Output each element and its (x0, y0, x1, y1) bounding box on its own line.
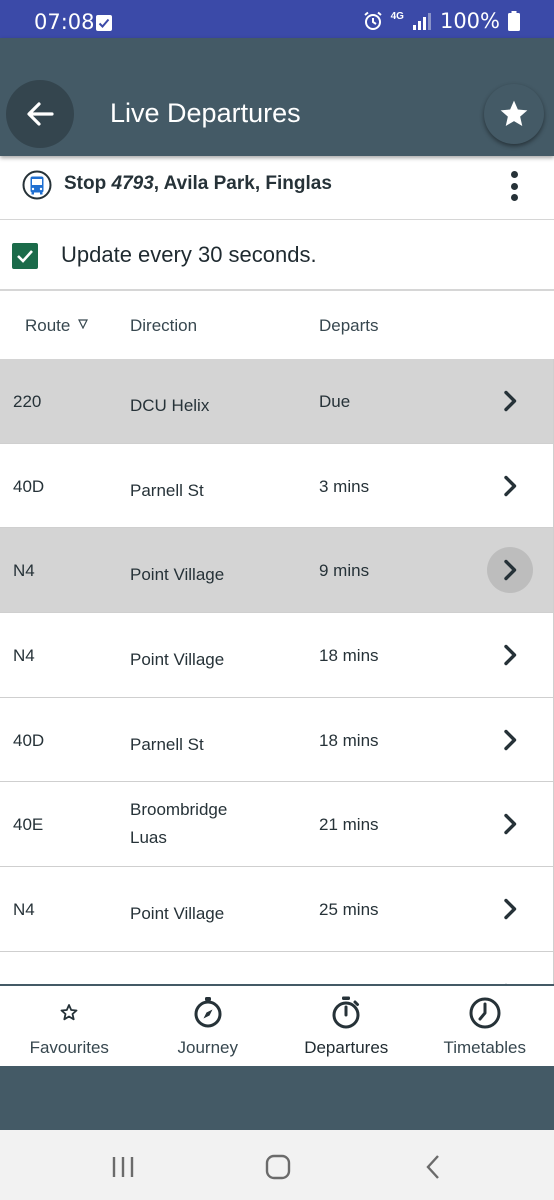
nav-label: Favourites (29, 1038, 109, 1057)
row-departs: 25 mins (319, 900, 379, 920)
row-direction: Point Village (130, 904, 225, 924)
row-direction: Point Village (130, 650, 225, 670)
star-icon (500, 100, 528, 126)
nav-timetables[interactable]: Timetables (416, 986, 554, 1066)
stopwatch-icon (332, 996, 360, 1029)
nav-label: Timetables (443, 1038, 526, 1057)
row-departs: 18 mins (319, 646, 379, 666)
route-header-label: Route (25, 316, 71, 335)
battery-percent: 100% (439, 9, 500, 33)
system-navigation-bar (0, 1130, 554, 1200)
app-bar: Live Departures (0, 38, 554, 156)
status-time: 07:08 (34, 10, 95, 34)
departure-row[interactable]: N4 Point Village 9 mins (0, 528, 554, 614)
stop-name: , Avila Park, Finglas (153, 173, 332, 194)
home-icon[interactable] (263, 1152, 293, 1182)
chevron-right-icon[interactable] (487, 632, 533, 678)
row-direction: Broombridge Luas (130, 800, 228, 848)
nav-label: Journey (177, 1038, 238, 1057)
more-options-icon[interactable] (504, 168, 524, 204)
bottom-navigation: Favourites Journey Departures Timetables (0, 984, 554, 1066)
clock-icon (469, 997, 501, 1029)
row-route: N4 (13, 561, 35, 581)
row-route: N4 (13, 646, 35, 666)
row-departs: 21 mins (319, 815, 379, 835)
row-departs: Due (319, 392, 351, 411)
checklist-notification-icon (96, 15, 112, 31)
row-direction: Point Village (130, 565, 225, 585)
nav-departures[interactable]: Departures (277, 986, 416, 1066)
chevron-right-icon[interactable] (487, 463, 533, 509)
row-direction: Parnell St (130, 480, 204, 500)
departure-row[interactable]: N4 Point Village 18 mins (0, 613, 554, 698)
chevron-right-icon[interactable] (487, 971, 533, 984)
auto-update-checkbox[interactable] (12, 243, 38, 269)
departures-list: 220 DCU Helix Due 40D Parnell St 3 mins … (0, 359, 554, 984)
chevron-right-icon[interactable] (487, 801, 533, 847)
page-title: Live Departures (110, 98, 301, 128)
row-direction: Parnell St (130, 734, 204, 754)
footer-band (0, 1066, 554, 1130)
checkmark-icon (17, 250, 33, 263)
row-departs: 18 mins (319, 730, 379, 750)
sort-triangle-icon (78, 319, 89, 329)
row-route: 40D (13, 476, 45, 496)
chevron-right-icon[interactable] (487, 717, 533, 763)
departure-row[interactable]: 40E Broombridge Luas 21 mins (0, 782, 554, 868)
arrow-left-icon (27, 102, 54, 126)
alarm-icon (363, 11, 382, 30)
nav-journey[interactable]: Journey (139, 986, 278, 1066)
chevron-right-icon[interactable] (487, 378, 533, 424)
row-route: 40E (13, 815, 44, 835)
nav-favourites[interactable]: Favourites (0, 986, 139, 1066)
status-bar: 07:08 4G 100% (0, 0, 554, 38)
departure-row[interactable]: N4 Point Village 25 mins (0, 867, 554, 952)
back-button[interactable] (6, 80, 74, 148)
departures-table-header: Route Direction Departs (0, 293, 554, 359)
row-route: 40D (13, 730, 45, 750)
departure-row[interactable]: 40D Parnell St 18 mins (0, 697, 554, 783)
stop-prefix: Stop (64, 173, 112, 194)
stop-header: Stop 4793, Avila Park, Finglas (0, 156, 554, 220)
recent-apps-icon[interactable] (108, 1152, 138, 1182)
network-type-label: 4G (390, 11, 404, 22)
row-route: 220 (13, 392, 42, 411)
favourite-button[interactable] (484, 84, 544, 144)
route-column-header[interactable]: Route (25, 316, 89, 336)
stop-title: Stop 4793, Avila Park, Finglas (64, 173, 332, 195)
status-right-group: 4G 100% (363, 9, 520, 33)
compass-icon (194, 997, 222, 1028)
nav-label: Departures (304, 1038, 389, 1057)
auto-update-label: Update every 30 seconds. (61, 242, 317, 267)
battery-icon (508, 11, 520, 31)
system-back-icon[interactable] (419, 1152, 449, 1182)
bus-icon (22, 170, 52, 200)
departs-column-header: Departs (319, 316, 379, 335)
auto-update-row: Update every 30 seconds. (0, 221, 554, 291)
chevron-right-icon[interactable] (487, 886, 533, 932)
chevron-right-icon[interactable] (487, 547, 533, 594)
row-departs: 9 mins (319, 561, 370, 581)
stop-number: 4793 (111, 173, 154, 194)
departure-row[interactable]: 220 DCU Helix Due (0, 359, 554, 444)
direction-column-header: Direction (130, 316, 198, 335)
signal-icon (412, 13, 431, 30)
star-outline-icon (60, 1004, 78, 1021)
departure-row[interactable]: 40D Parnell St 3 mins (0, 443, 554, 529)
row-departs: 3 mins (319, 476, 370, 496)
row-route: N4 (13, 900, 35, 920)
departure-row[interactable] (0, 951, 554, 984)
row-direction: DCU Helix (130, 396, 210, 415)
